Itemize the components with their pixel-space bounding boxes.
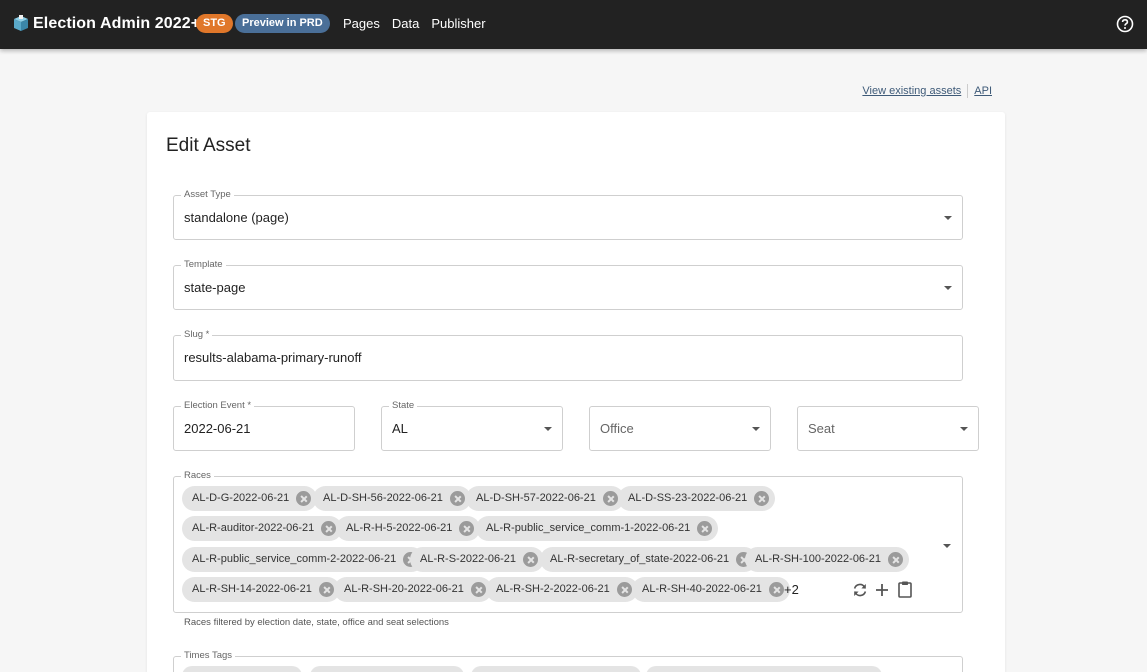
refresh-icon[interactable] (851, 581, 869, 599)
races-helper-text: Races filtered by election date, state, … (184, 617, 449, 628)
remove-chip-icon[interactable] (887, 552, 903, 567)
main-nav: Pages Data Publisher (343, 15, 486, 32)
tag-chip (646, 666, 882, 672)
more-races-count[interactable]: +2 (784, 582, 799, 597)
race-chip: AL-R-SH-14-2022-06-21 (182, 577, 340, 602)
remove-chip-icon[interactable] (318, 582, 334, 597)
race-chip: AL-R-public_service_comm-2-2022-06-21 (182, 547, 425, 572)
remove-chip-icon[interactable] (449, 491, 465, 506)
times-tags-multiselect[interactable]: Times Tags (173, 650, 963, 672)
chevron-down-icon[interactable] (943, 544, 951, 548)
slug-value: results-alabama-primary-runoff (184, 350, 362, 365)
race-chip: AL-R-SH-100-2022-06-21 (745, 547, 909, 572)
remove-chip-icon[interactable] (616, 582, 632, 597)
divider (967, 84, 969, 98)
top-bar: Election Admin 2022+ STG Preview in PRD … (0, 0, 1147, 49)
chevron-down-icon (944, 286, 952, 290)
nav-data[interactable]: Data (392, 15, 419, 32)
race-chip: AL-R-SH-20-2022-06-21 (334, 577, 492, 602)
clipboard-icon[interactable] (896, 580, 914, 598)
asset-type-select[interactable]: Asset Type standalone (page) (173, 189, 963, 240)
remove-chip-icon[interactable] (754, 491, 770, 506)
remove-chip-icon[interactable] (321, 521, 337, 536)
template-value: state-page (184, 280, 246, 295)
race-chip: AL-R-SH-40-2022-06-21 (632, 577, 790, 602)
remove-chip-icon[interactable] (296, 491, 312, 506)
race-chip: AL-D-G-2022-06-21 (182, 486, 318, 511)
tag-chip (310, 666, 464, 672)
remove-chip-icon[interactable] (459, 521, 475, 536)
state-label: State (389, 400, 418, 412)
page-title: Edit Asset (166, 135, 251, 156)
seat-placeholder: Seat (808, 421, 835, 436)
template-select[interactable]: Template state-page (173, 259, 963, 310)
ballot-box-icon (14, 15, 28, 31)
view-existing-assets-link[interactable]: View existing assets (862, 85, 961, 97)
times-tags-label: Times Tags (181, 650, 236, 662)
api-link[interactable]: API (974, 85, 992, 97)
nav-publisher[interactable]: Publisher (431, 15, 485, 32)
chevron-down-icon (960, 427, 968, 431)
race-chip: AL-R-SH-2-2022-06-21 (486, 577, 638, 602)
app-title[interactable]: Election Admin 2022+ (33, 14, 200, 34)
race-chip: AL-R-H-5-2022-06-21 (336, 516, 481, 541)
race-chip: AL-R-public_service_comm-1-2022-06-21 (476, 516, 719, 541)
race-chip: AL-D-SS-23-2022-06-21 (618, 486, 776, 511)
race-chip: AL-R-secretary_of_state-2022-06-21 (540, 547, 758, 572)
tag-chip (182, 666, 302, 672)
nav-pages[interactable]: Pages (343, 15, 380, 32)
office-select[interactable]: Office (589, 406, 771, 451)
chevron-down-icon (544, 427, 552, 431)
chevron-down-icon (944, 216, 952, 220)
seat-select[interactable]: Seat (797, 406, 979, 451)
slug-label: Slug * (181, 329, 213, 341)
remove-chip-icon[interactable] (602, 491, 618, 506)
asset-links: View existing assets API (862, 84, 992, 98)
env-badge: STG (196, 14, 233, 33)
state-value: AL (392, 421, 408, 436)
asset-type-value: standalone (page) (184, 210, 289, 225)
preview-prd-button[interactable]: Preview in PRD (235, 14, 330, 33)
remove-chip-icon[interactable] (470, 582, 486, 597)
races-label: Races (181, 470, 214, 482)
office-placeholder: Office (600, 421, 634, 436)
race-chip: AL-R-auditor-2022-06-21 (182, 516, 343, 541)
plus-icon[interactable] (873, 581, 891, 599)
slug-input[interactable]: Slug * results-alabama-primary-runoff (173, 329, 963, 381)
state-select[interactable]: State AL (381, 400, 563, 451)
election-event-value: 2022-06-21 (184, 421, 251, 436)
race-chip: AL-D-SH-57-2022-06-21 (466, 486, 624, 511)
election-event-label: Election Event * (181, 400, 255, 412)
race-chip: AL-R-S-2022-06-21 (410, 547, 544, 572)
race-chip: AL-D-SH-56-2022-06-21 (313, 486, 471, 511)
remove-chip-icon[interactable] (697, 521, 713, 536)
remove-chip-icon[interactable] (523, 552, 538, 567)
remove-chip-icon[interactable] (768, 582, 784, 597)
template-label: Template (181, 259, 226, 271)
help-circle-icon[interactable] (1116, 15, 1134, 33)
election-event-input[interactable]: Election Event * 2022-06-21 (173, 400, 355, 451)
chevron-down-icon (752, 427, 760, 431)
asset-type-label: Asset Type (181, 189, 234, 201)
tag-chip (471, 666, 641, 672)
